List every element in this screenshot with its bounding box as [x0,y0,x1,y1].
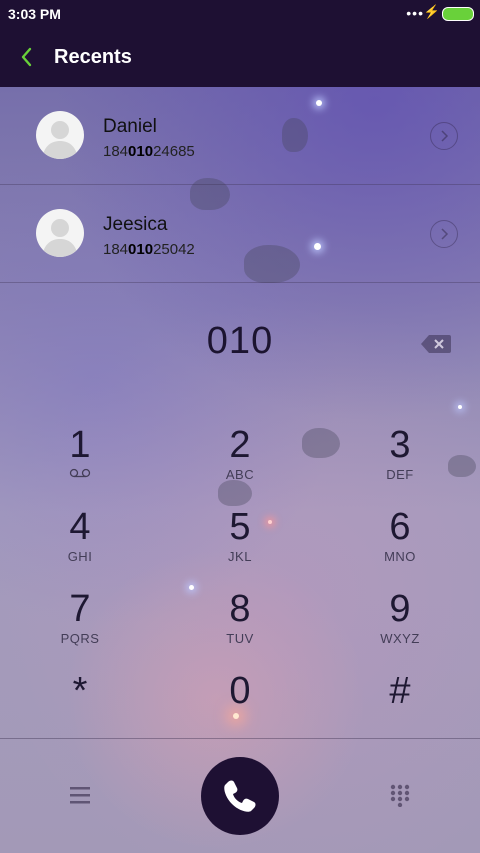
person-icon [42,121,78,159]
contact-name: Daniel [103,116,157,137]
contact-item-jeesica[interactable]: Jeesica 18401025042 [0,185,480,283]
keypad-icon[interactable] [388,783,412,807]
charging-icon: ⚡ [423,4,440,19]
dialed-number[interactable]: 010 [0,320,480,363]
key-6[interactable]: 6 MNO [340,506,460,578]
chevron-left-icon[interactable] [18,46,36,68]
contact-number: 18401024685 [103,143,195,160]
key-4[interactable]: 4 GHI [20,506,140,578]
key-star[interactable]: * [20,670,140,742]
contact-item-daniel[interactable]: Daniel 18401024685 [0,87,480,185]
menu-icon[interactable] [68,784,92,806]
bottom-bar [0,739,480,853]
contact-name: Jeesica [103,214,168,235]
avatar [36,209,84,257]
key-7[interactable]: 7 PQRS [20,588,140,660]
backspace-icon[interactable] [420,333,452,355]
page-title: Recents [54,46,132,68]
app-header: Recents [0,28,480,87]
more-indicator: ••• [406,5,424,21]
person-icon [42,219,78,257]
call-button[interactable] [201,757,279,835]
key-5[interactable]: 5 JKL [180,506,300,578]
star [458,405,462,409]
status-time: 3:03 PM [8,6,61,22]
asteroid [302,428,340,458]
phone-icon [224,780,256,812]
battery-icon [442,7,474,21]
avatar [36,111,84,159]
key-hash[interactable]: # [340,670,460,742]
key-1[interactable]: 1 [20,424,140,496]
voicemail-icon [69,468,91,478]
contact-detail-button[interactable] [430,220,458,248]
chevron-right-icon [441,228,449,240]
key-2[interactable]: 2 ABC [180,424,300,496]
key-8[interactable]: 8 TUV [180,588,300,660]
contact-detail-button[interactable] [430,122,458,150]
key-0[interactable]: 0 [180,670,300,742]
key-9[interactable]: 9 WXYZ [340,588,460,660]
contact-number: 18401025042 [103,241,195,258]
chevron-right-icon [441,130,449,142]
status-bar: 3:03 PM ••• ⚡ [0,0,480,28]
key-3[interactable]: 3 DEF [340,424,460,496]
